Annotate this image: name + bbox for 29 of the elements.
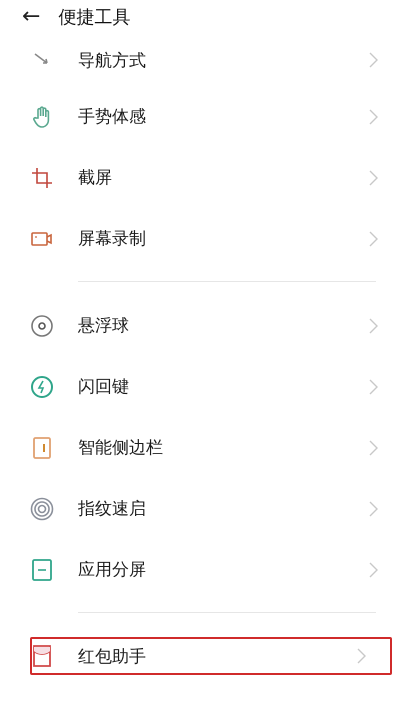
chevron-icon: [369, 378, 378, 394]
page-title: 便捷工具: [58, 6, 130, 29]
settings-item[interactable]: 应用分屏: [0, 539, 402, 600]
chevron-icon: [369, 562, 378, 578]
chevron-icon: [369, 440, 378, 456]
envelope-icon: [30, 644, 54, 668]
settings-item[interactable]: 闪回键: [0, 356, 402, 417]
settings-item[interactable]: 智能侧边栏: [0, 417, 402, 478]
settings-item[interactable]: 手势体感: [0, 86, 402, 147]
settings-item[interactable]: 指纹速启: [0, 478, 402, 539]
back-button[interactable]: ←: [22, 6, 40, 28]
split-screen-icon: [30, 558, 54, 582]
sidebar-icon: [30, 436, 54, 460]
chevron-icon: [369, 230, 378, 246]
settings-item[interactable]: 截屏: [0, 147, 402, 208]
settings-item[interactable]: 悬浮球: [0, 295, 402, 356]
settings-item[interactable]: 屏幕录制: [0, 208, 402, 269]
chevron-icon: [369, 500, 378, 516]
lightning-icon: [30, 374, 54, 398]
settings-item[interactable]: 红包助手: [30, 637, 392, 675]
floating-ball-icon: [30, 314, 54, 338]
settings-item[interactable]: 导航方式: [0, 34, 402, 86]
chevron-icon: [357, 648, 366, 664]
chevron-icon: [369, 52, 378, 68]
chevron-icon: [369, 318, 378, 334]
chevron-icon: [369, 108, 378, 124]
chevron-icon: [369, 170, 378, 186]
crop-icon: [30, 166, 54, 190]
fingerprint-icon: [30, 496, 54, 520]
